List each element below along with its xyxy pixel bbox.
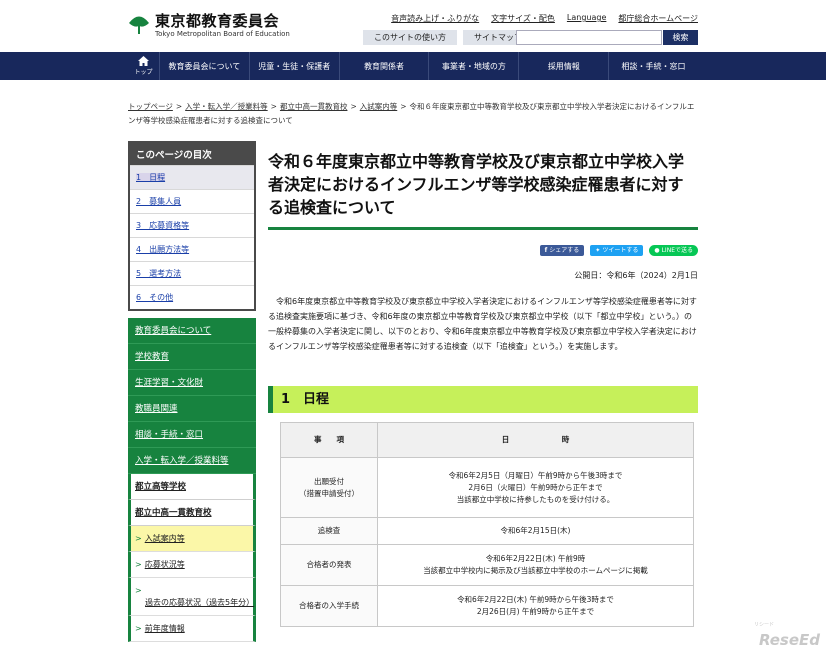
row-label-enrollment: 合格者の入学手続 xyxy=(280,585,378,627)
toc-item-other[interactable]: 6 その他 xyxy=(130,285,254,309)
side-nav-sub-exam-info[interactable]: > 入試案内等 xyxy=(128,526,256,552)
breadcrumb-admission[interactable]: 入学・転入学／授業料等 xyxy=(185,102,268,111)
section-heading-schedule: 1 日程 xyxy=(268,386,698,413)
breadcrumb-top[interactable]: トップページ xyxy=(128,102,173,111)
facebook-share-button[interactable]: f シェアする xyxy=(539,245,585,256)
intro-paragraph: 令和6年度東京都立中等教育学校及び東京都立中学校入学者決定におけるインフルエンザ… xyxy=(268,297,697,351)
toc-title: このページの目次 xyxy=(130,143,254,165)
nav-business-community[interactable]: 事業者・地域の方 xyxy=(429,52,520,80)
row-value-application: 令和6年2月5日（月曜日）午前9時から午後3時まで 2月6日（火曜日）午前9時から… xyxy=(377,457,694,518)
nav-recruitment[interactable]: 採用情報 xyxy=(519,52,610,80)
toc-item-eligibility[interactable]: 3 応募資格等 xyxy=(130,213,254,237)
row-value-exam: 令和6年2月15日(木) xyxy=(377,517,694,545)
page-toc: このページの目次 1 日程 2 募集人員 3 応募資格等 4 出願方法等 5 選… xyxy=(128,141,256,311)
search-button[interactable]: 検索 xyxy=(663,30,698,45)
nav-educators[interactable]: 教育関係者 xyxy=(340,52,430,80)
how-to-use-button[interactable]: このサイトの使い方 xyxy=(363,30,457,45)
side-nav-sub-past-applications[interactable]: >過去の応募状況（過去5年分） xyxy=(128,578,256,616)
ginkgo-logo-icon xyxy=(129,16,149,34)
line-share-button[interactable]: ● LINEで送る xyxy=(649,245,698,256)
table-row: 出願受付 （措置申請受付） 令和6年2月5日（月曜日）午前9時から午後3時まで 2月… xyxy=(280,457,694,518)
publish-date: 公開日：令和6年（2024）2月1日 xyxy=(574,271,698,280)
side-nav-sub-previous-year[interactable]: > 前年度情報 xyxy=(128,616,256,642)
side-nav-board-about[interactable]: 教育委員会について xyxy=(128,318,256,344)
toc-item-capacity[interactable]: 2 募集人員 xyxy=(130,189,254,213)
side-nav-admission[interactable]: 入学・転入学／授業料等 xyxy=(128,448,256,474)
nav-home-label: トップ xyxy=(134,69,153,76)
util-link-language[interactable]: Language xyxy=(567,13,606,24)
toc-item-application[interactable]: 4 出願方法等 xyxy=(130,237,254,261)
nav-board-about[interactable]: 教育委員会について xyxy=(160,52,250,80)
schedule-table: 事 項 日 時 出願受付 （措置申請受付） 令和6年2月5日（月曜日）午前9時から… xyxy=(280,422,694,627)
row-label-exam: 追検査 xyxy=(280,517,378,545)
nav-home[interactable]: トップ xyxy=(128,52,160,80)
twitter-share-button[interactable]: ✦ ツイートする xyxy=(590,245,644,256)
side-nav-staff[interactable]: 教職員関連 xyxy=(128,396,256,422)
side-nav-consultation[interactable]: 相談・手続・窓口 xyxy=(128,422,256,448)
main-content: 令和６年度東京都立中等教育学校及び東京都立中学校入学者決定におけるインフルエンザ… xyxy=(268,150,698,627)
line-icon: ● xyxy=(654,247,660,254)
breadcrumb-exam-info[interactable]: 入試案内等 xyxy=(360,102,398,111)
side-nav-integrated-schools[interactable]: 都立中高一貫教育校 xyxy=(128,500,256,526)
util-link-metro-home[interactable]: 都庁総合ホームページ xyxy=(618,13,698,24)
toc-item-selection[interactable]: 5 選考方法 xyxy=(130,261,254,285)
table-row: 合格者の入学手続 令和6年2月22日(木) 午前9時から午後3時まで 2月26日(… xyxy=(280,585,694,627)
side-nav-lifelong-learning[interactable]: 生涯学習・文化財 xyxy=(128,370,256,396)
site-header: 東京都教育委員会 Tokyo Metropolitan Board of Edu… xyxy=(0,0,826,52)
table-row: 追検査 令和6年2月15日(木) xyxy=(280,517,694,545)
sub-buttons: このサイトの使い方 サイトマップ xyxy=(363,30,533,45)
row-label-announcement: 合格者の発表 xyxy=(280,544,378,586)
page-title: 令和６年度東京都立中等教育学校及び東京都立中学校入学者決定におけるインフルエンザ… xyxy=(268,150,698,230)
side-nav-sub-applications[interactable]: > 応募状況等 xyxy=(128,552,256,578)
side-nav: 教育委員会について 学校教育 生涯学習・文化財 教職員関連 相談・手続・窓口 入… xyxy=(128,318,256,642)
watermark-logo: ReseEd xyxy=(758,631,820,649)
utility-links: 音声読み上げ・ふりがな 文字サイズ・配色 Language 都庁総合ホームページ xyxy=(391,13,698,24)
toc-item-schedule[interactable]: 1 日程 xyxy=(130,165,254,189)
table-header-datetime: 日 時 xyxy=(377,422,694,458)
global-nav: トップ 教育委員会について 児童・生徒・保護者 教育関係者 事業者・地域の方 採… xyxy=(0,52,826,80)
nav-students-parents[interactable]: 児童・生徒・保護者 xyxy=(250,52,340,80)
breadcrumb: トップページ > 入学・転入学／授業料等 > 都立中高一貫教育校 > 入試案内等 > 令和６年度… xyxy=(128,102,695,125)
site-logo[interactable]: 東京都教育委員会 Tokyo Metropolitan Board of Edu… xyxy=(128,13,290,39)
side-nav-school-education[interactable]: 学校教育 xyxy=(128,344,256,370)
util-link-font-size[interactable]: 文字サイズ・配色 xyxy=(491,13,555,24)
row-value-enrollment: 令和6年2月22日(木) 午前9時から午後3時まで 2月26日(月) 午前9時から… xyxy=(377,585,694,627)
side-nav-high-schools[interactable]: 都立高等学校 xyxy=(128,474,256,500)
search-input[interactable] xyxy=(516,30,662,45)
logo-japanese-text: 東京都教育委員会 xyxy=(155,12,280,30)
row-value-announcement: 令和6年2月22日(木) 午前9時 当該都立中学校内に掲示及び当該都立中学校のホー… xyxy=(377,544,694,586)
util-link-read-aloud[interactable]: 音声読み上げ・ふりがな xyxy=(391,13,479,24)
table-row: 合格者の発表 令和6年2月22日(木) 午前9時 当該都立中学校内に掲示及び当該都… xyxy=(280,544,694,586)
twitter-icon: ✦ xyxy=(595,247,601,254)
nav-consultation[interactable]: 相談・手続・窓口 xyxy=(609,52,698,80)
home-icon xyxy=(138,56,149,66)
breadcrumb-integrated-schools[interactable]: 都立中高一貫教育校 xyxy=(280,102,348,111)
table-header-row: 事 項 日 時 xyxy=(280,422,694,458)
table-header-item: 事 項 xyxy=(280,422,378,458)
row-label-application: 出願受付 （措置申請受付） xyxy=(280,457,378,518)
logo-english-text: Tokyo Metropolitan Board of Education xyxy=(155,30,290,38)
watermark-subtext: リシード xyxy=(753,622,774,628)
share-buttons: f シェアする ✦ ツイートする ● LINEで送る xyxy=(539,245,698,256)
facebook-icon: f xyxy=(544,247,548,254)
